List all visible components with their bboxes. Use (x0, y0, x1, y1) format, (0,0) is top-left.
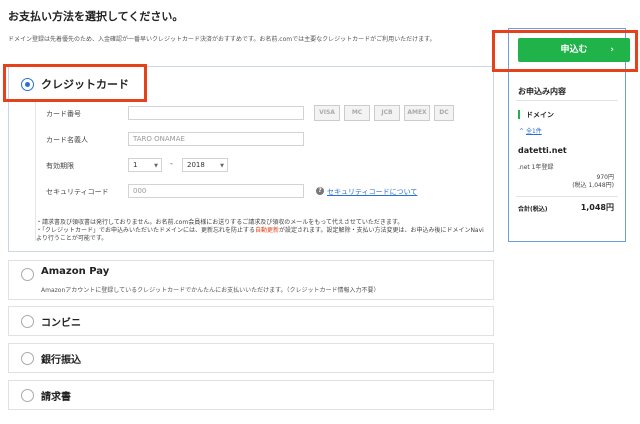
domain-item-desc: .net 1年登録 (518, 164, 554, 171)
visa-card-icon: VISA (314, 105, 340, 121)
expiry-year-value: 2018 (187, 161, 205, 169)
domain-name: datetti.net (518, 146, 567, 155)
amazon-pay-radio[interactable] (21, 268, 34, 281)
credit-card-radio[interactable] (21, 78, 34, 91)
diners-card-icon: DC (434, 105, 454, 121)
amex-card-icon: AMEX (404, 105, 430, 121)
credit-card-title: クレジットカード (41, 78, 129, 91)
invoice-option[interactable]: 請求書 (8, 380, 494, 410)
apply-button[interactable]: 申込む › (518, 38, 630, 62)
expiry-label: 有効期限 (46, 162, 74, 170)
auto-renew-link[interactable]: 自動更新 (255, 227, 279, 234)
section-marker (518, 110, 520, 119)
bank-transfer-option[interactable]: 銀行振込 (8, 343, 494, 373)
amazon-pay-title: Amazon Pay (41, 266, 110, 277)
expiry-year-select[interactable]: 2018 ▼ (182, 158, 228, 172)
mastercard-icon: MC (344, 105, 370, 121)
note-line: ・「クレジットカード」でお申込みいただいたドメインには、更新忘れを防止する自動更… (36, 227, 484, 242)
bank-transfer-title: 銀行振込 (41, 355, 81, 366)
invoice-radio[interactable] (21, 389, 34, 402)
card-number-label: カード番号 (46, 110, 81, 118)
expiry-month-select[interactable]: 1 ▼ (128, 158, 162, 172)
divider (516, 100, 618, 101)
security-code-input[interactable]: 000 (128, 184, 304, 198)
bank-transfer-radio[interactable] (21, 352, 34, 365)
total-label: 合計(税込) (518, 206, 548, 213)
convenience-store-title: コンビニ (41, 318, 81, 329)
credit-card-notes: ・請求書及び領収書は発行しておりません。お名前.com会員様にお送りするご請求及… (36, 219, 486, 243)
convenience-store-option[interactable]: コンビニ (8, 306, 494, 336)
order-summary-title: お申込み内容 (518, 87, 566, 96)
card-name-label: カード名義人 (46, 136, 88, 144)
security-code-help-link[interactable]: セキュリティコードについて (327, 187, 417, 197)
chevron-down-icon: ▼ (154, 163, 158, 169)
amazon-pay-description: Amazonアカウントに登録しているクレジットカードでかんたんにお支払いいただけ… (41, 287, 380, 294)
chevron-right-icon: › (610, 45, 614, 55)
invoice-title: 請求書 (41, 392, 71, 403)
page-description: ドメイン登録は先着優先のため、入金確認が一番早いクレジットカード決済がおすすめで… (8, 36, 436, 43)
chevron-down-icon: ▼ (220, 163, 224, 169)
convenience-store-radio[interactable] (21, 315, 34, 328)
card-name-input[interactable]: TARO ONAMAE (128, 132, 304, 146)
card-number-input[interactable] (128, 106, 304, 120)
page-title: お支払い方法を選択してください。 (8, 10, 184, 23)
expand-toggle[interactable]: ^ 全1件 (519, 126, 542, 135)
expiry-month-value: 1 (133, 161, 138, 169)
divider (516, 196, 618, 197)
amazon-pay-option[interactable]: Amazon Pay Amazonアカウントに登録しているクレジットカードでかん… (8, 260, 494, 300)
security-code-label: セキュリティコード (46, 188, 109, 196)
jcb-card-icon: JCB (374, 105, 400, 121)
expiry-separator: - (170, 159, 173, 168)
note-line: ・請求書及び領収書は発行しておりません。お名前.com会員様にお送りするご請求及… (36, 219, 404, 226)
apply-button-label: 申込む (560, 45, 588, 55)
domain-section-title: ドメイン (526, 111, 554, 119)
domain-price-tax: (税込 1,048円) (572, 182, 614, 189)
total-value: 1,048円 (580, 203, 614, 212)
credit-card-option[interactable]: クレジットカード (9, 67, 493, 101)
question-icon: ? (316, 187, 324, 195)
